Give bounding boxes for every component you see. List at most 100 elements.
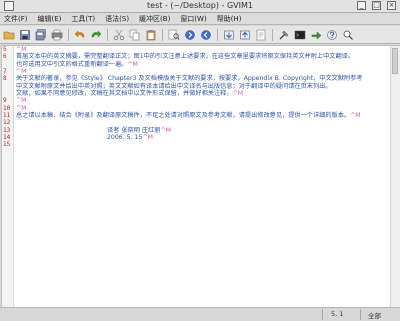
carriage-return-marker: ^M (16, 46, 27, 53)
undo-icon (74, 30, 85, 37)
save-all-button[interactable] (34, 28, 48, 42)
cut-button[interactable] (112, 28, 126, 42)
line-number: 9 (3, 97, 7, 105)
open-file-button[interactable] (2, 28, 16, 42)
make-button[interactable] (277, 28, 291, 42)
carriage-return-marker: ^M (16, 97, 27, 105)
status-bar: 5, 1 全部 (0, 307, 400, 321)
toolbar (0, 26, 400, 44)
shell-icon (294, 30, 306, 39)
text-line: 12 (2, 119, 390, 126)
menu-window[interactable]: 窗口(W) (180, 14, 206, 24)
line-number: 14 (3, 134, 11, 142)
cursor-position: 5, 1 (331, 310, 344, 318)
menu-tools[interactable]: 工具(T) (71, 14, 95, 24)
text-lines: 5 ^M 6 首届文本中的英文摘要，需完整翻译正文；图1中的引文注意上述要求，在这些… (2, 46, 390, 149)
help-button[interactable] (325, 28, 339, 42)
make-icon (279, 30, 289, 39)
text-editor-area[interactable]: 5 ^M 6 首届文本中的英文摘要，需完整翻译正文；图1中的引文注意上述要求，在这些… (1, 45, 400, 308)
gvim-window: test - (~/Desktop) - GVIM1 _ □ × 文件(F) 编… (0, 0, 400, 321)
toolbar-separator (162, 28, 163, 41)
text-line: 文献，如果不同意见修改，文稿在其文档中以文件形式保留，并做好相关注释。^M (2, 90, 390, 97)
menu-bar: 文件(F) 编辑(E) 工具(T) 语法(S) 缓冲区(B) 窗口(W) 帮助(… (0, 13, 400, 25)
toolbar-separator (272, 28, 273, 41)
run-script-button[interactable] (254, 28, 268, 42)
find-next-button[interactable] (183, 28, 197, 42)
menu-syntax[interactable]: 语法(S) (105, 14, 129, 24)
text-line: 9 ^M (2, 97, 390, 104)
redo-icon (91, 30, 102, 37)
menu-file[interactable]: 文件(F) (4, 14, 28, 24)
find-replace-icon (168, 29, 180, 40)
line-number: 15 (3, 141, 11, 149)
text-line: 14 2006. 5. 15^M (2, 134, 390, 141)
paste-button[interactable] (144, 28, 158, 42)
close-button[interactable]: × (387, 1, 396, 10)
status-divider (360, 309, 361, 320)
menu-buffers[interactable]: 缓冲区(B) (139, 14, 170, 24)
script-icon (256, 29, 266, 40)
carriage-return-marker: ^M (16, 104, 27, 112)
line-text: 首届文本中的英文摘要，需完整翻译正文；图1中的引文注意上述要求，在这些文章里要求… (16, 53, 355, 61)
carriage-return-marker: ^M (232, 90, 244, 98)
text-line: 6 首届文本中的英文摘要，需完整翻译正文；图1中的引文注意上述要求，在这些文章里要… (2, 53, 390, 60)
find-previous-icon (201, 29, 211, 40)
tag-jump-icon (311, 30, 322, 40)
redo-button[interactable] (89, 28, 103, 42)
line-text: 总之请以本稿、结合《附录》及翻译原文稿件，不足之处请对照原文及参考文献，请提出修… (16, 112, 351, 120)
scroll-position: 全部 (368, 312, 381, 320)
line-text: 文献，如果不同意见修改，文稿在其文档中以文件形式保留，并做好相关注释。 (16, 90, 233, 98)
menu-edit[interactable]: 编辑(E) (38, 14, 62, 24)
text-line: 也可选用文中引文的格式重新翻译一遍。^M (2, 61, 390, 68)
floppy-stack-icon (35, 28, 46, 40)
line-number: 7 (3, 68, 7, 76)
find-previous-button[interactable] (199, 28, 213, 42)
menu-help[interactable]: 帮助(H) (217, 14, 242, 24)
line-number: 8 (3, 75, 7, 83)
load-session-icon (224, 30, 234, 39)
maximize-button[interactable]: □ (372, 1, 381, 10)
find-help-button[interactable] (341, 28, 355, 42)
shell-button[interactable] (293, 28, 307, 42)
carriage-return-marker: ^M (16, 68, 27, 76)
load-session-button[interactable] (222, 28, 236, 42)
copy-button[interactable] (128, 28, 142, 42)
signature-text: 译者 张晓明 庄红丽 (107, 126, 161, 134)
line-text: 也可选用文中引文的格式重新翻译一遍。 (16, 60, 128, 68)
clipboard-icon (146, 29, 156, 40)
save-session-button[interactable] (238, 28, 252, 42)
line-text: 关于文献的著录，参见《Style》 Chapter3 及文档模版关于文献的要求，… (16, 75, 363, 83)
text-line: 15 (2, 141, 390, 148)
text-line: 13 译者 张晓明 庄红丽^M (2, 127, 390, 134)
line-number: 10 (3, 104, 11, 112)
tag-jump-button[interactable] (309, 28, 323, 42)
date-text: 2006. 5. 15 (107, 134, 143, 142)
toolbar-separator (217, 28, 218, 41)
text-line: 中文文献附原文并给出中英对照；英文文献如有译本请给出中文译名与出版信息；对于翻译… (2, 83, 390, 90)
printer-icon (51, 29, 63, 40)
save-button[interactable] (18, 28, 32, 42)
line-number: 13 (3, 126, 11, 134)
print-button[interactable] (50, 28, 64, 42)
carriage-return-marker: ^M (127, 60, 138, 68)
vertical-scrollbar[interactable] (390, 46, 400, 308)
find-replace-button[interactable] (167, 28, 181, 42)
carriage-return-marker: ^M (160, 126, 171, 134)
find-next-icon (185, 29, 195, 40)
minimize-button[interactable]: _ (357, 1, 366, 10)
save-session-icon (240, 30, 250, 39)
line-number: 6 (3, 53, 7, 61)
status-divider (322, 309, 323, 320)
title-bar: test - (~/Desktop) - GVIM1 _ □ × (0, 0, 400, 13)
line-number: 11 (3, 112, 11, 120)
floppy-icon (20, 29, 30, 40)
folder-open-icon (3, 31, 15, 39)
text-line: 10 ^M (2, 105, 390, 112)
line-number: 5 (3, 46, 7, 53)
toolbar-separator (107, 28, 108, 41)
window-title: test - (~/Desktop) - GVIM1 (147, 1, 253, 10)
scrollbar-thumb[interactable] (392, 48, 398, 74)
text-line: 8 关于文献的著录，参见《Style》 Chapter3 及文档模版关于文献的要求… (2, 75, 390, 82)
line-number: 12 (3, 119, 11, 127)
undo-button[interactable] (73, 28, 87, 42)
